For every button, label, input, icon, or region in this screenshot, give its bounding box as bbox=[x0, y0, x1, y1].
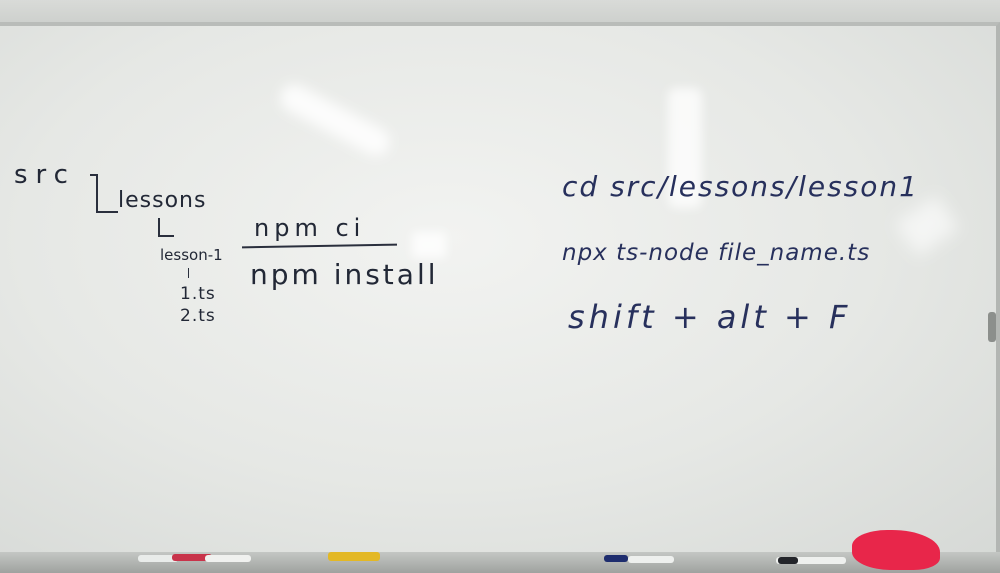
light-reflection bbox=[275, 79, 395, 161]
text-lesson-1: lesson-1 bbox=[160, 246, 223, 264]
text-lessons: lessons bbox=[118, 188, 207, 213]
tree-branch bbox=[158, 218, 160, 236]
text-file-2: 2.ts bbox=[180, 306, 216, 326]
tree-branch bbox=[188, 268, 189, 278]
whiteboard bbox=[0, 22, 1000, 556]
text-npm-ci: npm ci bbox=[254, 214, 366, 242]
tree-branch bbox=[96, 211, 118, 213]
marker[interactable] bbox=[628, 556, 674, 563]
tree-branch bbox=[96, 174, 98, 212]
text-npx-command: npx ts-node file_name.ts bbox=[562, 240, 871, 266]
tree-branch bbox=[158, 235, 174, 237]
board-clip bbox=[988, 312, 996, 342]
marker[interactable] bbox=[778, 557, 798, 564]
tree-branch bbox=[90, 174, 98, 176]
cleaning-cloth[interactable] bbox=[852, 530, 940, 570]
light-reflection bbox=[895, 195, 959, 257]
light-reflection bbox=[412, 232, 446, 258]
text-file-1: 1.ts bbox=[180, 284, 216, 304]
text-npm-install: npm install bbox=[250, 258, 439, 291]
text-shortcut: shift + alt + F bbox=[568, 298, 852, 336]
text-cd-command: cd src/lessons/lesson1 bbox=[562, 170, 919, 203]
text-src: src bbox=[14, 160, 76, 190]
marker[interactable] bbox=[604, 555, 628, 562]
marker[interactable] bbox=[205, 555, 251, 562]
eraser[interactable] bbox=[328, 552, 380, 561]
